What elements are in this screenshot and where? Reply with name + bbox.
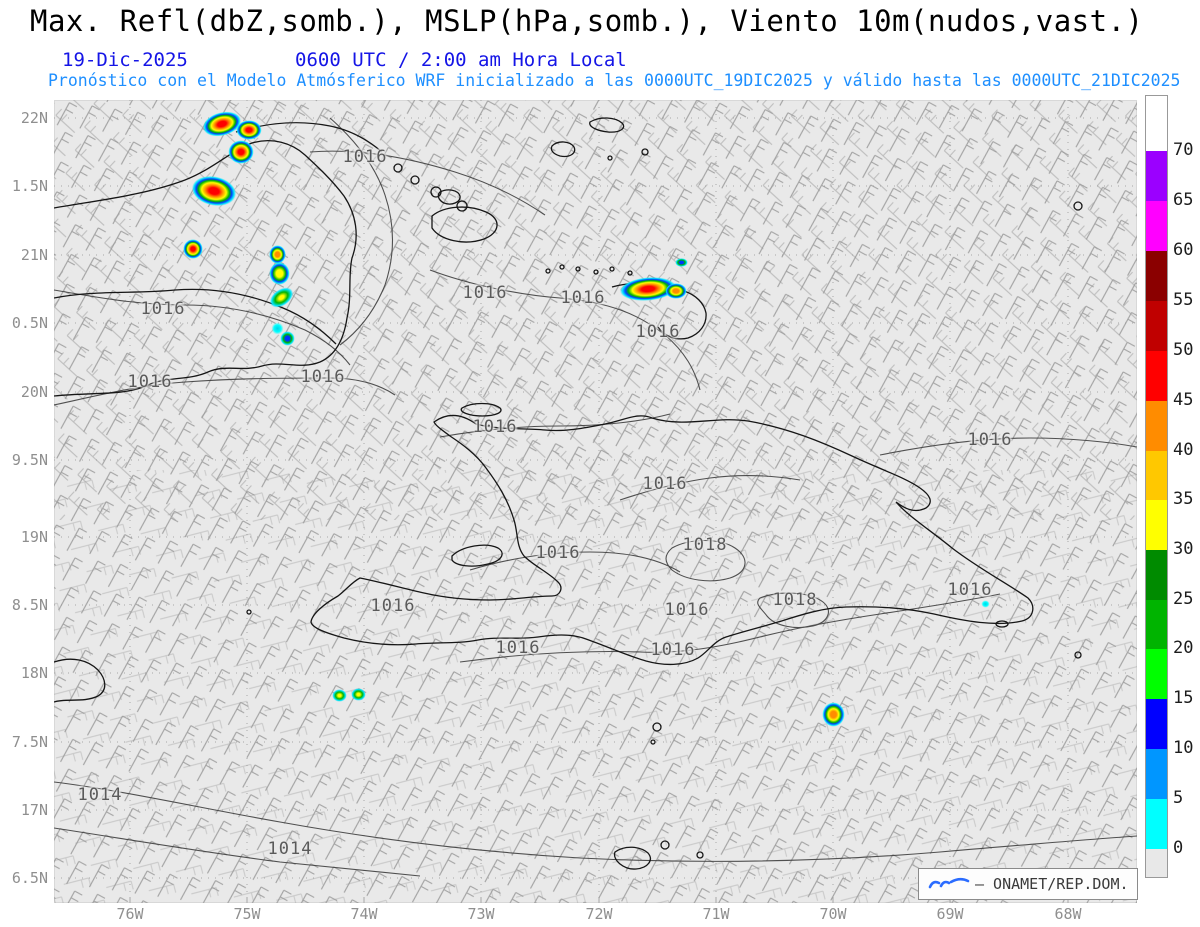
contour-label: 1016 xyxy=(947,580,993,600)
lat-label: 17N xyxy=(20,801,48,819)
contour-label: 1016 xyxy=(560,288,606,308)
colorbar-tick: 15 xyxy=(1173,688,1194,708)
contour-label: 1016 xyxy=(370,596,416,616)
colorbar-tick: 30 xyxy=(1173,539,1194,559)
colorbar-segment xyxy=(1146,151,1167,201)
storm-cell xyxy=(821,701,845,727)
contour-label: 1016 xyxy=(127,372,173,392)
valid-date: 19-Dic-2025 xyxy=(62,49,188,71)
colorbar-tick: 0 xyxy=(1173,838,1184,858)
credit-text: – ONAMET/REP.DOM. xyxy=(975,875,1129,893)
contour-label: 1014 xyxy=(77,785,123,805)
colorbar-tick: 5 xyxy=(1173,788,1184,808)
colorbar-segment xyxy=(1146,649,1167,699)
contour-label: 1016 xyxy=(535,543,581,563)
colorbar-segment xyxy=(1146,699,1167,749)
contour-label: 1016 xyxy=(300,367,346,387)
contour-label: 1016 xyxy=(650,640,696,660)
colorbar-tick: 35 xyxy=(1173,489,1194,509)
colorbar-segment xyxy=(1146,500,1167,550)
colorbar-segment xyxy=(1146,401,1167,451)
storm-cell xyxy=(268,261,290,285)
lat-label: 8.5N xyxy=(11,596,48,614)
lat-label: 18N xyxy=(20,664,48,682)
colorbar-segment xyxy=(1146,849,1167,877)
colorbar-tick: 70 xyxy=(1173,140,1194,160)
storm-cell xyxy=(279,330,295,346)
storm-cell xyxy=(665,283,687,299)
model-run-note: Pronóstico con el Modelo Atmósferico WRF… xyxy=(48,71,1181,90)
colorbar-tick: 20 xyxy=(1173,638,1194,658)
lon-label: 70W xyxy=(819,905,847,923)
chart-title: Max. Refl(dbZ,somb.), MSLP(hPa,somb.), V… xyxy=(30,4,1144,38)
storm-cell xyxy=(350,687,366,701)
storm-cell xyxy=(674,257,688,267)
storm-cell xyxy=(331,688,347,702)
lat-label: 0.5N xyxy=(11,314,48,332)
contour-label: 1016 xyxy=(967,430,1013,450)
lat-label: 21N xyxy=(20,246,48,264)
storm-cell xyxy=(980,600,990,608)
colorbar-segment xyxy=(1146,799,1167,849)
colorbar-tick: 65 xyxy=(1173,190,1194,210)
storm-cell xyxy=(236,120,262,140)
colorbar-tick: 25 xyxy=(1173,589,1194,609)
lon-label: 75W xyxy=(233,905,261,923)
colorbar-segment xyxy=(1146,96,1167,151)
colorbar-tick: 50 xyxy=(1173,340,1194,360)
lon-label: 76W xyxy=(116,905,144,923)
credit-box: – ONAMET/REP.DOM. xyxy=(918,868,1138,900)
storm-cell xyxy=(228,140,254,164)
contour-label: 1014 xyxy=(267,839,313,859)
reflectivity-colorbar xyxy=(1145,95,1168,878)
contour-label: 1016 xyxy=(495,638,541,658)
lat-label: 19N xyxy=(20,528,48,546)
colorbar-tick: 55 xyxy=(1173,290,1194,310)
contour-label: 1018 xyxy=(772,590,818,610)
lon-label: 74W xyxy=(350,905,378,923)
colorbar-tick: 10 xyxy=(1173,738,1194,758)
colorbar-segment xyxy=(1146,201,1167,251)
onamet-wave-icon xyxy=(928,877,970,889)
colorbar-segment xyxy=(1146,301,1167,351)
colorbar-segment xyxy=(1146,451,1167,500)
contour-label: 1016 xyxy=(472,417,518,437)
colorbar-segment xyxy=(1146,600,1167,649)
lat-label: 7.5N xyxy=(11,733,48,751)
lat-label: 6.5N xyxy=(11,869,48,887)
wrf-forecast-chart: Max. Refl(dbZ,somb.), MSLP(hPa,somb.), V… xyxy=(0,0,1200,927)
colorbar-tick: 40 xyxy=(1173,440,1194,460)
lon-label: 71W xyxy=(702,905,730,923)
contour-label: 1016 xyxy=(635,322,681,342)
contour-label: 1016 xyxy=(462,283,508,303)
contour-label: 1016 xyxy=(140,299,186,319)
contour-label: 1016 xyxy=(664,600,710,620)
valid-time: 0600 UTC / 2:00 am Hora Local xyxy=(295,49,627,71)
lon-label: 73W xyxy=(467,905,495,923)
colorbar-segment xyxy=(1146,251,1167,301)
contour-label: 1018 xyxy=(682,535,728,555)
colorbar-segment xyxy=(1146,550,1167,600)
lat-label: 9.5N xyxy=(11,451,48,469)
lat-label: 20N xyxy=(20,383,48,401)
colorbar-tick: 45 xyxy=(1173,390,1194,410)
lat-label: 1.5N xyxy=(11,177,48,195)
colorbar-segment xyxy=(1146,351,1167,401)
contour-label: 1016 xyxy=(342,147,388,167)
map-plot-area xyxy=(54,100,1137,903)
lat-label: 22N xyxy=(20,109,48,127)
lon-label: 68W xyxy=(1054,905,1082,923)
colorbar-tick: 60 xyxy=(1173,240,1194,260)
storm-cell xyxy=(183,239,203,259)
lon-label: 69W xyxy=(936,905,964,923)
lon-label: 72W xyxy=(585,905,613,923)
colorbar-segment xyxy=(1146,749,1167,799)
contour-label: 1016 xyxy=(642,474,688,494)
